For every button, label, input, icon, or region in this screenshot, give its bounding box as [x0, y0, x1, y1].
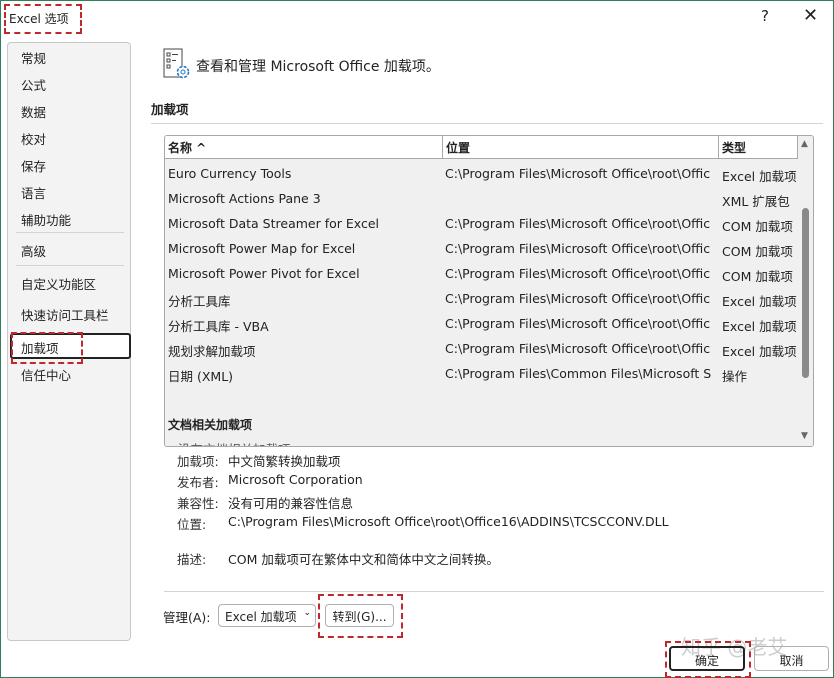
detail-publisher: Microsoft Corporation: [228, 472, 363, 487]
group-header-document: 文档相关加载项: [168, 416, 252, 433]
table-cell-location[interactable]: C:\Program Files\Microsoft Office\root\O…: [445, 166, 717, 181]
table-cell-name[interactable]: Microsoft Power Map for Excel: [168, 241, 440, 256]
table-cell-type[interactable]: 操作: [722, 366, 798, 385]
table-cell-type[interactable]: COM 加载项: [722, 216, 798, 235]
table-cell-location[interactable]: C:\Program Files\Microsoft Office\root\O…: [445, 316, 717, 331]
scrollbar-thumb[interactable]: [802, 208, 809, 378]
table-cell-type[interactable]: Excel 加载项: [722, 291, 798, 310]
highlight-box: [11, 332, 83, 364]
table-cell-type[interactable]: Excel 加载项: [722, 316, 798, 335]
table-cell-name[interactable]: Euro Currency Tools: [168, 166, 440, 181]
table-cell-name[interactable]: 分析工具库: [168, 291, 440, 310]
scroll-down-icon[interactable]: ▼: [801, 431, 808, 441]
detail-compat-label: 兼容性:: [177, 493, 219, 512]
table-cell-name[interactable]: 规划求解加载项: [168, 341, 440, 360]
table-cell-name[interactable]: Microsoft Power Pivot for Excel: [168, 266, 440, 281]
table-cell-location[interactable]: C:\Program Files\Microsoft Office\root\O…: [445, 241, 717, 256]
sidebar-item-quick-access[interactable]: 快速访问工具栏: [21, 305, 109, 324]
detail-addin: 中文简繁转换加载项: [228, 451, 341, 470]
help-button[interactable]: ?: [761, 7, 769, 25]
divider: [151, 123, 823, 124]
page-header: 查看和管理 Microsoft Office 加载项。: [196, 56, 440, 76]
highlight-box: [665, 641, 751, 678]
group-empty-text: 没有文档相关加载项: [178, 439, 291, 447]
sidebar-item-language[interactable]: 语言: [21, 183, 46, 202]
detail-desc: COM 加载项可在繁体中文和简体中文之间转换。: [228, 549, 499, 568]
sidebar-item-data[interactable]: 数据: [21, 102, 46, 121]
cancel-button[interactable]: 取消: [754, 646, 829, 671]
highlight-box: [318, 594, 403, 638]
table-cell-type[interactable]: Excel 加载项: [722, 341, 798, 360]
sidebar-item-advanced[interactable]: 高级: [21, 241, 46, 260]
detail-location-label: 位置:: [177, 514, 206, 533]
divider: [164, 591, 824, 592]
table-cell-name[interactable]: 日期 (XML): [168, 366, 440, 385]
table-cell-name[interactable]: Microsoft Actions Pane 3: [168, 191, 440, 206]
detail-compat: 没有可用的兼容性信息: [228, 493, 353, 512]
table-cell-type[interactable]: COM 加载项: [722, 241, 798, 260]
divider: [16, 265, 124, 266]
sidebar-item-trust-center[interactable]: 信任中心: [21, 365, 71, 384]
chevron-down-icon: ⌄: [303, 608, 311, 618]
table-cell-location[interactable]: C:\Program Files\Microsoft Office\root\O…: [445, 291, 717, 306]
highlight-box: [4, 4, 82, 34]
table-cell-location[interactable]: C:\Program Files\Common Files\Microsoft …: [445, 366, 717, 381]
detail-publisher-label: 发布者:: [177, 472, 219, 491]
manage-select-value: Excel 加载项: [225, 610, 297, 624]
detail-desc-label: 描述:: [177, 549, 206, 568]
column-header-type[interactable]: 类型: [719, 136, 798, 159]
manage-label: 管理(A):: [163, 607, 211, 626]
close-button[interactable]: ✕: [803, 5, 818, 26]
table-cell-type[interactable]: COM 加载项: [722, 266, 798, 285]
column-header-name[interactable]: 名称 ^: [165, 136, 443, 159]
table-cell-name[interactable]: Microsoft Data Streamer for Excel: [168, 216, 440, 231]
table-cell-name[interactable]: 分析工具库 - VBA: [168, 316, 440, 335]
sidebar-item-accessibility[interactable]: 辅助功能: [21, 210, 71, 229]
table-cell-location[interactable]: C:\Program Files\Microsoft Office\root\O…: [445, 266, 717, 281]
addins-table[interactable]: 名称 ^ 位置 类型 Euro Currency Tools C:\Program…: [164, 135, 814, 447]
detail-addin-label: 加载项:: [177, 451, 219, 470]
table-cell-location[interactable]: C:\Program Files\Microsoft Office\root\O…: [445, 216, 717, 231]
section-title: 加载项: [151, 99, 189, 118]
sidebar-item-general[interactable]: 常规: [21, 48, 46, 67]
sidebar-item-proofing[interactable]: 校对: [21, 129, 46, 148]
table-cell-type[interactable]: Excel 加载项: [722, 166, 798, 185]
sidebar-item-customize-ribbon[interactable]: 自定义功能区: [21, 274, 96, 293]
addins-icon: [163, 48, 193, 83]
scroll-up-icon[interactable]: ▲: [801, 139, 808, 149]
table-cell-type[interactable]: XML 扩展包: [722, 191, 798, 210]
manage-select[interactable]: Excel 加载项 ⌄: [218, 604, 316, 627]
scrollbar[interactable]: ▲ ▼: [798, 136, 813, 446]
sidebar-item-save[interactable]: 保存: [21, 156, 46, 175]
table-cell-location[interactable]: C:\Program Files\Microsoft Office\root\O…: [445, 341, 717, 356]
divider: [16, 232, 124, 233]
sidebar-item-formulas[interactable]: 公式: [21, 75, 46, 94]
column-header-location[interactable]: 位置: [443, 136, 719, 159]
detail-location: C:\Program Files\Microsoft Office\root\O…: [228, 514, 669, 529]
